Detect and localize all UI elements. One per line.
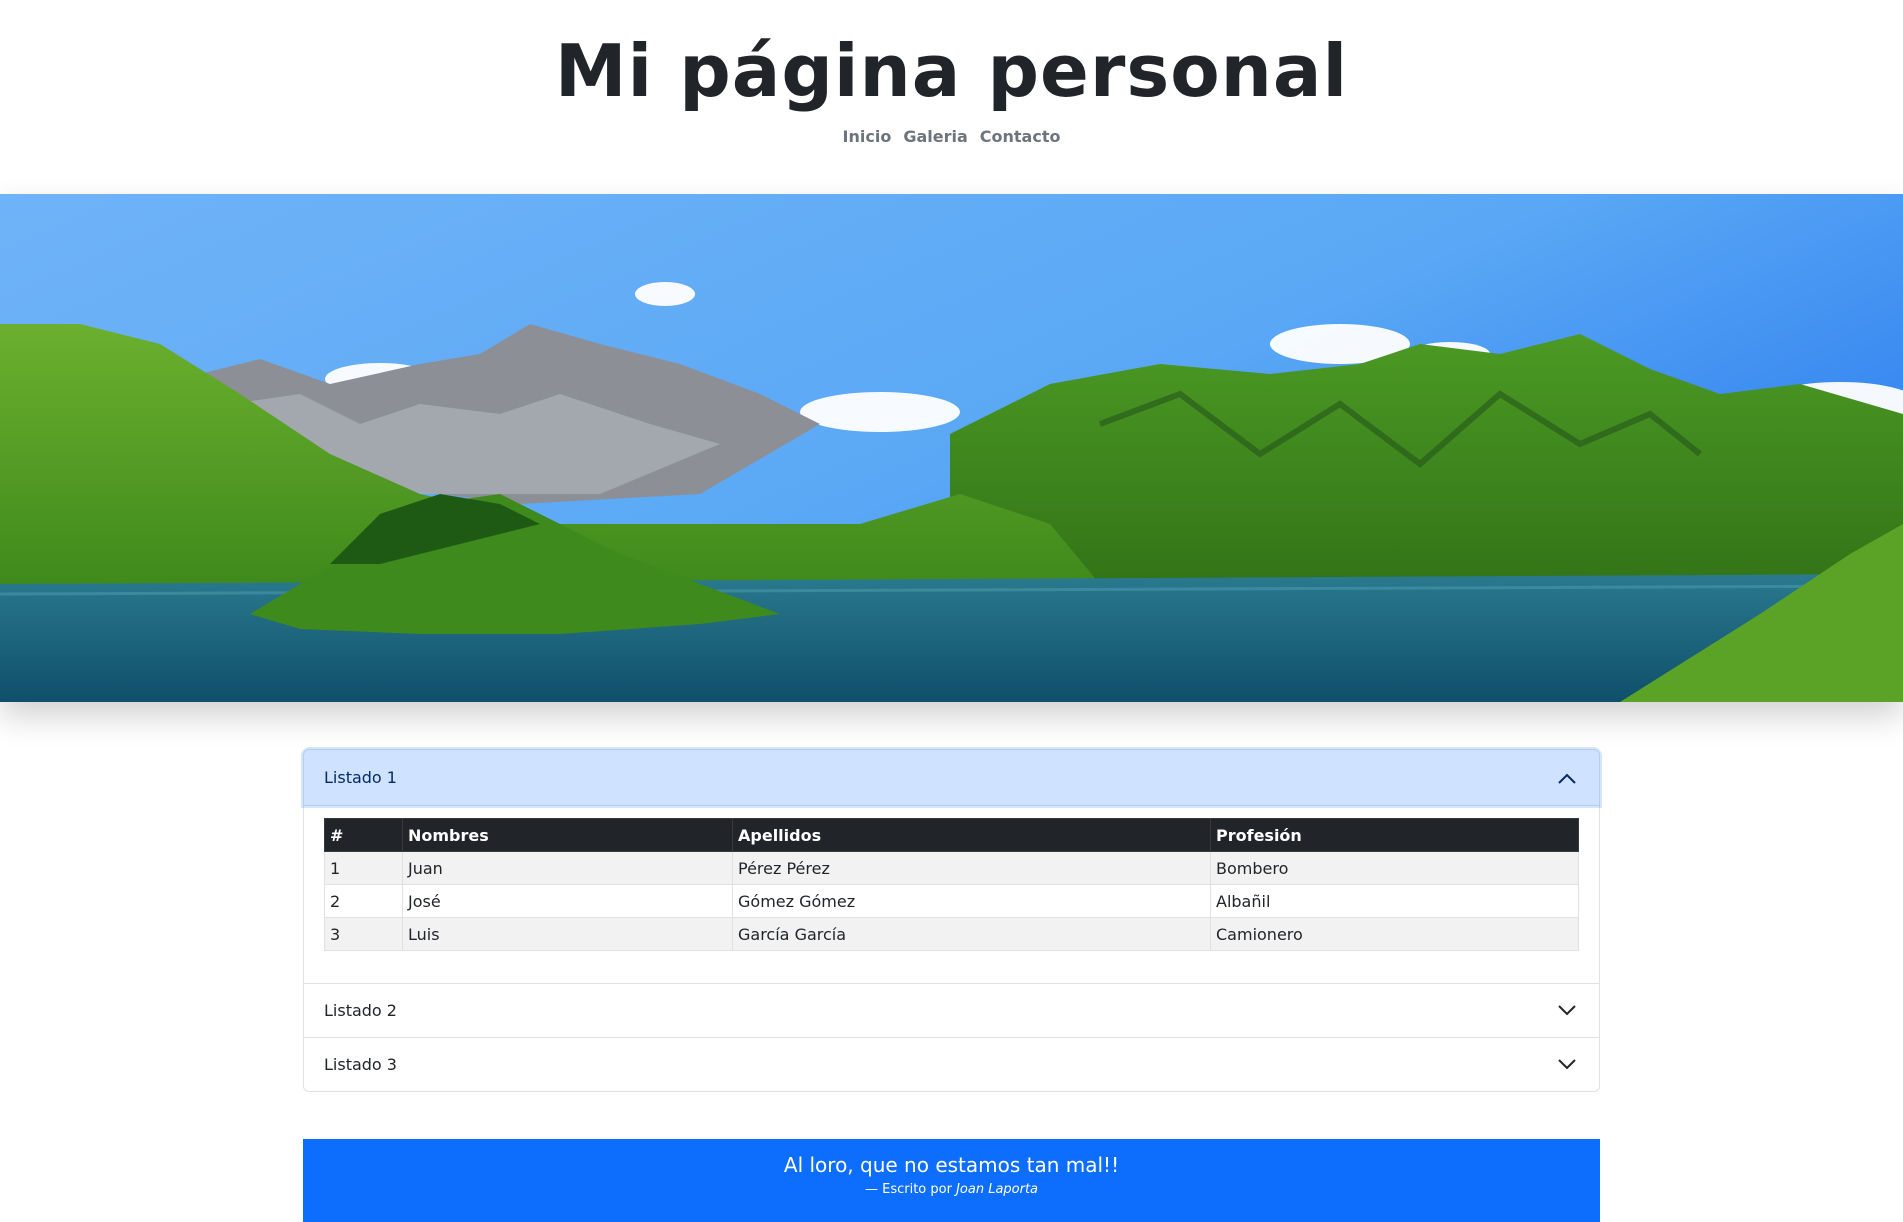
accordion-item: Listado 2 — [304, 984, 1599, 1038]
table-cell: José — [402, 884, 733, 918]
accordion: Listado 1 # Nombres Apellidos Profesión — [303, 749, 1600, 1092]
table-cell: Juan — [402, 851, 733, 885]
accordion-label: Listado 3 — [324, 1055, 397, 1074]
quote-text: Al loro, que no estamos tan mal!! — [783, 1153, 1120, 1177]
column-header: Nombres — [402, 818, 733, 852]
quote-box: Al loro, que no estamos tan mal!! — Escr… — [303, 1139, 1600, 1222]
accordion-button-listado-3[interactable]: Listado 3 — [304, 1038, 1599, 1091]
column-header: Profesión — [1210, 818, 1579, 852]
table-row: 2 José Gómez Gómez Albañil — [324, 884, 1579, 918]
accordion-label: Listado 1 — [324, 768, 397, 787]
quote-footer-prefix: — Escrito por — [864, 1182, 952, 1197]
column-header: # — [324, 818, 403, 852]
chevron-down-icon — [1558, 1004, 1576, 1015]
quote-author: Joan Laporta — [956, 1182, 1039, 1197]
landscape-image — [0, 194, 1903, 702]
accordion-label: Listado 2 — [324, 1001, 397, 1020]
table-header-row: # Nombres Apellidos Profesión — [324, 818, 1579, 852]
column-header: Apellidos — [732, 818, 1211, 852]
table-row: 3 Luis García García Camionero — [324, 917, 1579, 951]
site-header: Mi página personal Inicio Galeria Contac… — [0, 0, 1903, 194]
table-cell: 2 — [324, 884, 403, 918]
nav-link-contacto[interactable]: Contacto — [980, 127, 1061, 151]
chevron-up-icon — [1558, 773, 1576, 784]
nav-link-inicio[interactable]: Inicio — [843, 127, 892, 151]
people-table: # Nombres Apellidos Profesión 1 Juan Pér… — [324, 818, 1579, 951]
page-title: Mi página personal — [554, 29, 1349, 113]
table-cell: Gómez Gómez — [732, 884, 1211, 918]
quote-footer: — Escrito por Joan Laporta — [303, 1181, 1600, 1199]
table-cell: García García — [732, 917, 1211, 951]
nav-link-galeria[interactable]: Galeria — [903, 127, 967, 151]
main-nav: Inicio Galeria Contacto — [0, 127, 1903, 151]
table-cell: Albañil — [1210, 884, 1579, 918]
accordion-item: Listado 3 — [304, 1038, 1599, 1091]
accordion-body: # Nombres Apellidos Profesión 1 Juan Pér… — [304, 805, 1599, 983]
chevron-down-icon — [1558, 1058, 1576, 1069]
accordion-button-listado-1[interactable]: Listado 1 — [304, 750, 1599, 805]
table-cell: 3 — [324, 917, 403, 951]
table-cell: Luis — [402, 917, 733, 951]
accordion-item: Listado 1 # Nombres Apellidos Profesión — [304, 750, 1599, 984]
table-cell: Camionero — [1210, 917, 1579, 951]
table-cell: 1 — [324, 851, 403, 885]
table-row: 1 Juan Pérez Pérez Bombero — [324, 851, 1579, 885]
table-cell: Pérez Pérez — [732, 851, 1211, 885]
accordion-button-listado-2[interactable]: Listado 2 — [304, 984, 1599, 1037]
hero-banner-image — [0, 194, 1903, 702]
table-cell: Bombero — [1210, 851, 1579, 885]
